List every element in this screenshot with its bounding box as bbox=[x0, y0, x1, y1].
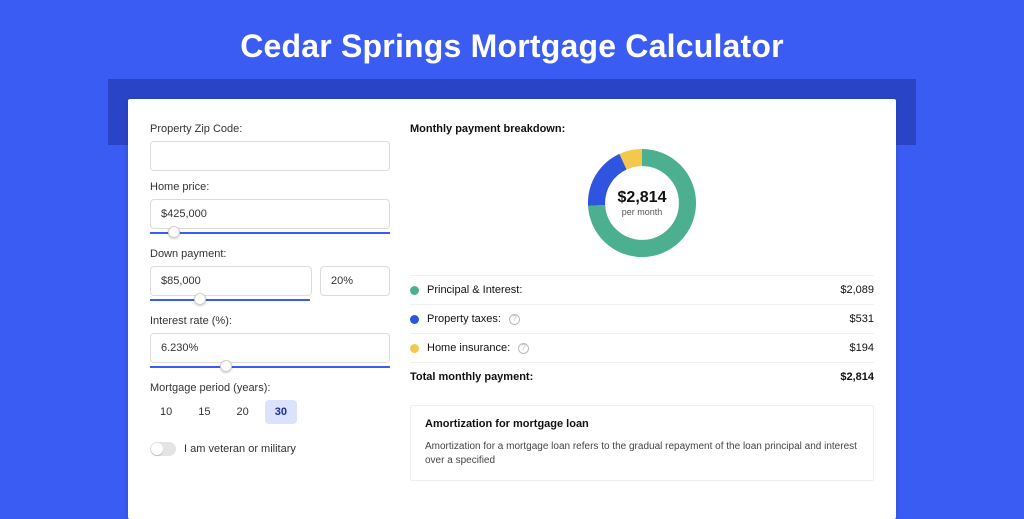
donut-sub: per month bbox=[618, 207, 667, 217]
breakdown-row-total: Total monthly payment: $2,814 bbox=[410, 362, 874, 391]
calculator-card: Property Zip Code: Home price: Down paym… bbox=[128, 99, 896, 519]
zip-input[interactable] bbox=[150, 141, 390, 171]
breakdown-value: $531 bbox=[850, 313, 874, 325]
amortization-text: Amortization for a mortgage loan refers … bbox=[425, 440, 859, 468]
breakdown-label: Property taxes: bbox=[427, 313, 501, 325]
down-payment-pct-input[interactable] bbox=[320, 266, 390, 296]
down-payment-label: Down payment: bbox=[150, 248, 390, 260]
breakdown-value: $194 bbox=[850, 342, 874, 354]
breakdown-label: Home insurance: bbox=[427, 342, 510, 354]
period-options: 10 15 20 30 bbox=[150, 400, 390, 424]
info-icon[interactable]: ? bbox=[518, 343, 529, 354]
down-payment-amount-input[interactable] bbox=[150, 266, 312, 296]
dot-icon bbox=[410, 315, 419, 324]
period-label: Mortgage period (years): bbox=[150, 382, 390, 394]
breakdown-row-insurance: Home insurance: ? $194 bbox=[410, 333, 874, 362]
interest-rate-slider[interactable] bbox=[150, 362, 390, 372]
amortization-section: Amortization for mortgage loan Amortizat… bbox=[410, 405, 874, 481]
period-15-button[interactable]: 15 bbox=[188, 400, 220, 424]
veteran-toggle[interactable] bbox=[150, 442, 176, 456]
zip-label: Property Zip Code: bbox=[150, 123, 390, 135]
home-price-label: Home price: bbox=[150, 181, 390, 193]
period-20-button[interactable]: 20 bbox=[227, 400, 259, 424]
veteran-label: I am veteran or military bbox=[184, 443, 296, 455]
interest-rate-input[interactable] bbox=[150, 333, 390, 363]
total-value: $2,814 bbox=[840, 371, 874, 383]
dot-icon bbox=[410, 286, 419, 295]
info-icon[interactable]: ? bbox=[509, 314, 520, 325]
breakdown-row-principal: Principal & Interest: $2,089 bbox=[410, 275, 874, 304]
amortization-title: Amortization for mortgage loan bbox=[425, 418, 859, 430]
breakdown-panel: Monthly payment breakdown: $2,814 per mo… bbox=[410, 123, 874, 519]
page-title: Cedar Springs Mortgage Calculator bbox=[0, 0, 1024, 79]
home-price-input[interactable] bbox=[150, 199, 390, 229]
breakdown-value: $2,089 bbox=[840, 284, 874, 296]
breakdown-label: Principal & Interest: bbox=[427, 284, 522, 296]
interest-rate-label: Interest rate (%): bbox=[150, 315, 390, 327]
total-label: Total monthly payment: bbox=[410, 371, 533, 383]
period-30-button[interactable]: 30 bbox=[265, 400, 297, 424]
period-10-button[interactable]: 10 bbox=[150, 400, 182, 424]
breakdown-title: Monthly payment breakdown: bbox=[410, 123, 874, 135]
donut-amount: $2,814 bbox=[618, 189, 667, 207]
home-price-slider[interactable] bbox=[150, 228, 390, 238]
down-payment-slider[interactable] bbox=[150, 295, 310, 305]
payment-donut-chart: $2,814 per month bbox=[582, 143, 702, 263]
dot-icon bbox=[410, 344, 419, 353]
inputs-panel: Property Zip Code: Home price: Down paym… bbox=[150, 123, 390, 519]
breakdown-row-taxes: Property taxes: ? $531 bbox=[410, 304, 874, 333]
